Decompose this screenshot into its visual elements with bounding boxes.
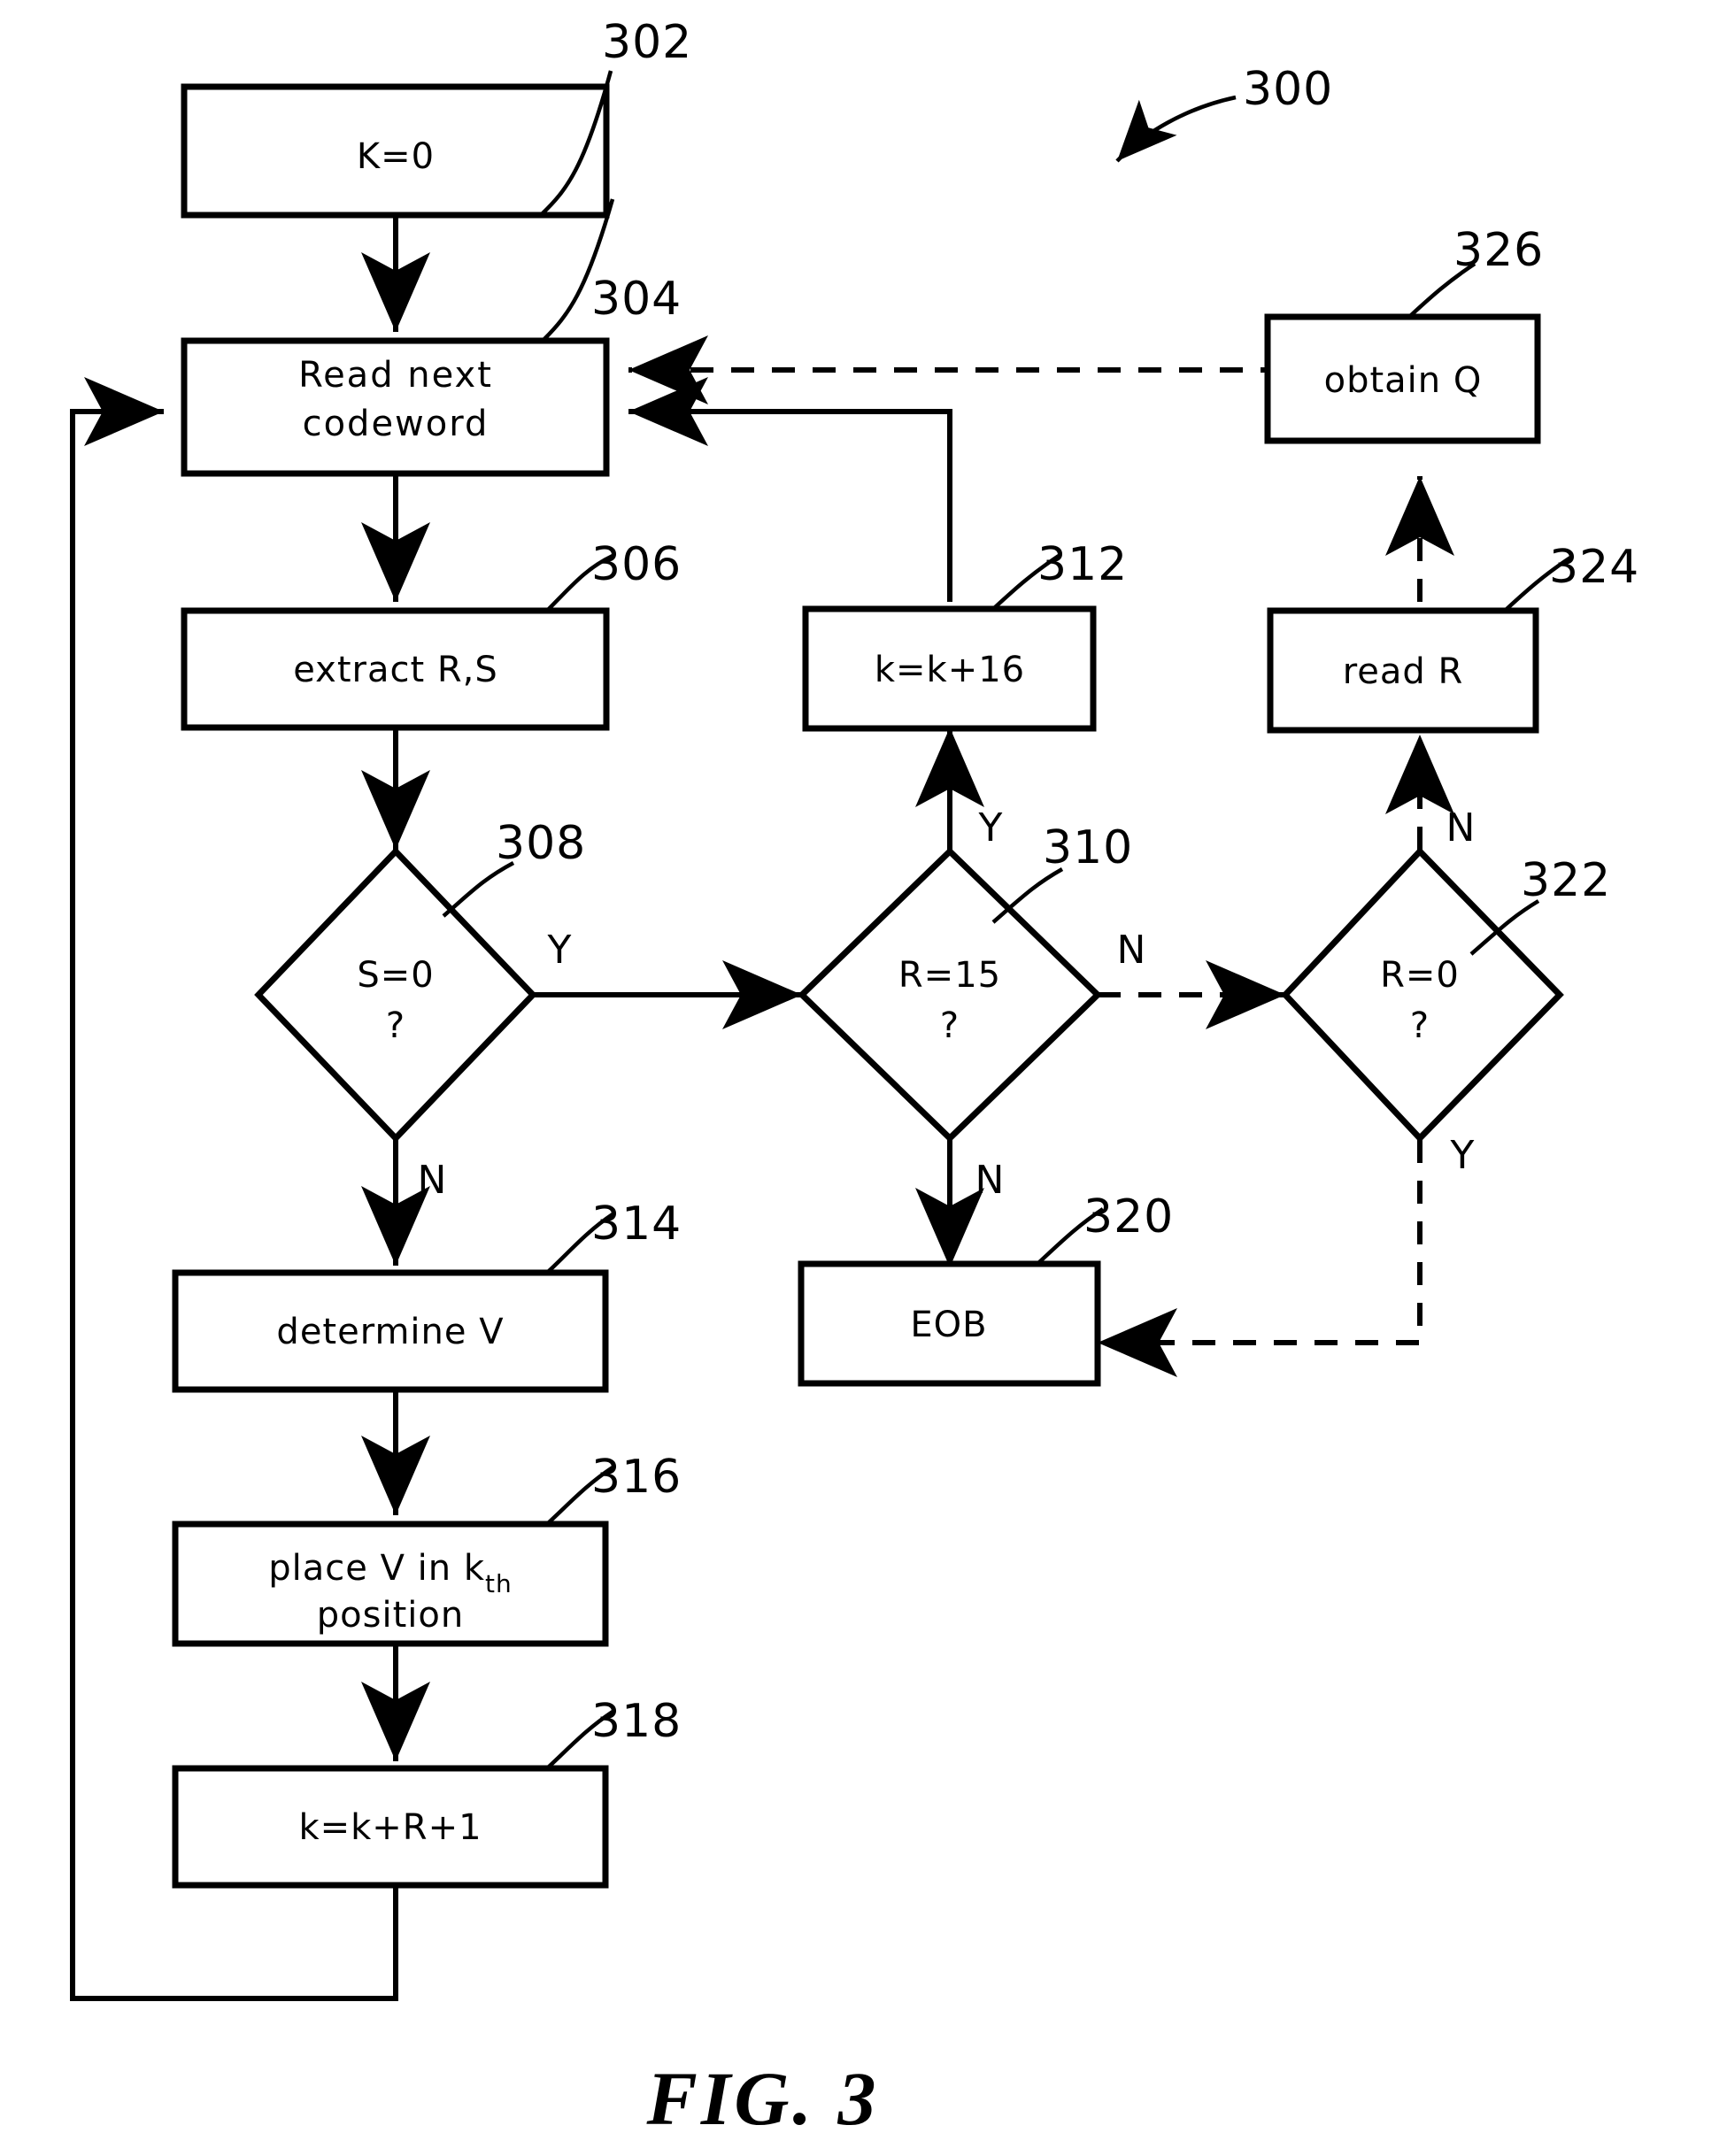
node-320-eob: EOB bbox=[798, 1260, 1101, 1387]
node-316-label-main: place V in k bbox=[268, 1548, 485, 1589]
node-308-is-s-zero: S=0 ? bbox=[254, 846, 537, 1143]
node-302-set-k-zero: K=0 bbox=[181, 83, 610, 219]
ref-320: 320 bbox=[1083, 1190, 1174, 1244]
node-308-label-line1: S=0 bbox=[357, 955, 434, 996]
patent-figure: K=0 302 Read next codeword 304 extract R… bbox=[0, 0, 1727, 2156]
branch-310-no-right: N bbox=[1117, 928, 1146, 973]
node-324-label: read R bbox=[1343, 651, 1464, 692]
node-326-obtain-q: obtain Q bbox=[1264, 313, 1541, 444]
leader-308 bbox=[442, 861, 515, 918]
ref-304: 304 bbox=[591, 273, 682, 326]
ref-314: 314 bbox=[591, 1197, 682, 1251]
node-304-read-next-codeword: Read next codeword bbox=[181, 337, 610, 477]
branch-310-yes: Y bbox=[978, 805, 1003, 851]
node-320-label: EOB bbox=[910, 1305, 987, 1345]
node-310-label-line2: ? bbox=[940, 1005, 960, 1046]
node-322-label-line1: R=0 bbox=[1380, 955, 1460, 996]
ref-322: 322 bbox=[1521, 854, 1611, 907]
ref-326: 326 bbox=[1453, 224, 1544, 277]
node-306-extract-rs: extract R,S bbox=[181, 607, 610, 731]
ref-318: 318 bbox=[591, 1695, 682, 1748]
node-302-label: K=0 bbox=[357, 136, 435, 177]
node-322-is-r-zero: R=0 ? bbox=[1281, 846, 1564, 1143]
branch-310-no-bottom: N bbox=[975, 1158, 1005, 1203]
node-306-label: extract R,S bbox=[293, 650, 498, 690]
node-310-label-line1: R=15 bbox=[898, 955, 1001, 996]
node-312-label: k=k+16 bbox=[875, 650, 1025, 690]
node-304-label-line1: Read next bbox=[298, 355, 493, 396]
ref-302: 302 bbox=[602, 16, 692, 69]
ref-308: 308 bbox=[496, 817, 586, 870]
leader-300 bbox=[1115, 95, 1237, 163]
node-308-label-line2: ? bbox=[386, 1005, 405, 1046]
branch-322-yes: Y bbox=[1450, 1133, 1475, 1178]
node-316-label-subscript: th bbox=[485, 1569, 513, 1598]
ref-312: 312 bbox=[1037, 538, 1128, 591]
node-322-label-line2: ? bbox=[1410, 1005, 1430, 1046]
leader-310 bbox=[991, 867, 1064, 924]
ref-316: 316 bbox=[591, 1451, 682, 1504]
node-314-label: determine V bbox=[276, 1312, 504, 1352]
node-314-determine-v: determine V bbox=[172, 1269, 609, 1393]
ref-300: 300 bbox=[1243, 63, 1333, 116]
node-318-label: k=k+R+1 bbox=[298, 1807, 482, 1848]
node-304-label-line2: codeword bbox=[303, 404, 490, 444]
branch-322-no: N bbox=[1446, 805, 1476, 851]
node-316-label-line2: position bbox=[317, 1595, 464, 1636]
node-318-increment-k: k=k+R+1 bbox=[172, 1765, 609, 1889]
ref-306: 306 bbox=[591, 538, 682, 591]
node-326-label: obtain Q bbox=[1324, 360, 1483, 401]
node-312-increment-k-sixteen: k=k+16 bbox=[802, 605, 1097, 732]
node-310-is-r-fifteen: R=15 ? bbox=[797, 847, 1103, 1143]
branch-308-no: N bbox=[418, 1158, 447, 1203]
branch-308-yes: Y bbox=[547, 928, 572, 973]
node-324-read-r: read R bbox=[1267, 607, 1539, 734]
ref-310: 310 bbox=[1043, 821, 1133, 874]
figure-caption: FIG. 3 bbox=[646, 2056, 880, 2141]
ref-324: 324 bbox=[1549, 541, 1639, 594]
flowchart-diagram: K=0 302 Read next codeword 304 extract R… bbox=[70, 16, 1639, 2141]
node-316-place-v: place V in kth position bbox=[172, 1521, 609, 1647]
